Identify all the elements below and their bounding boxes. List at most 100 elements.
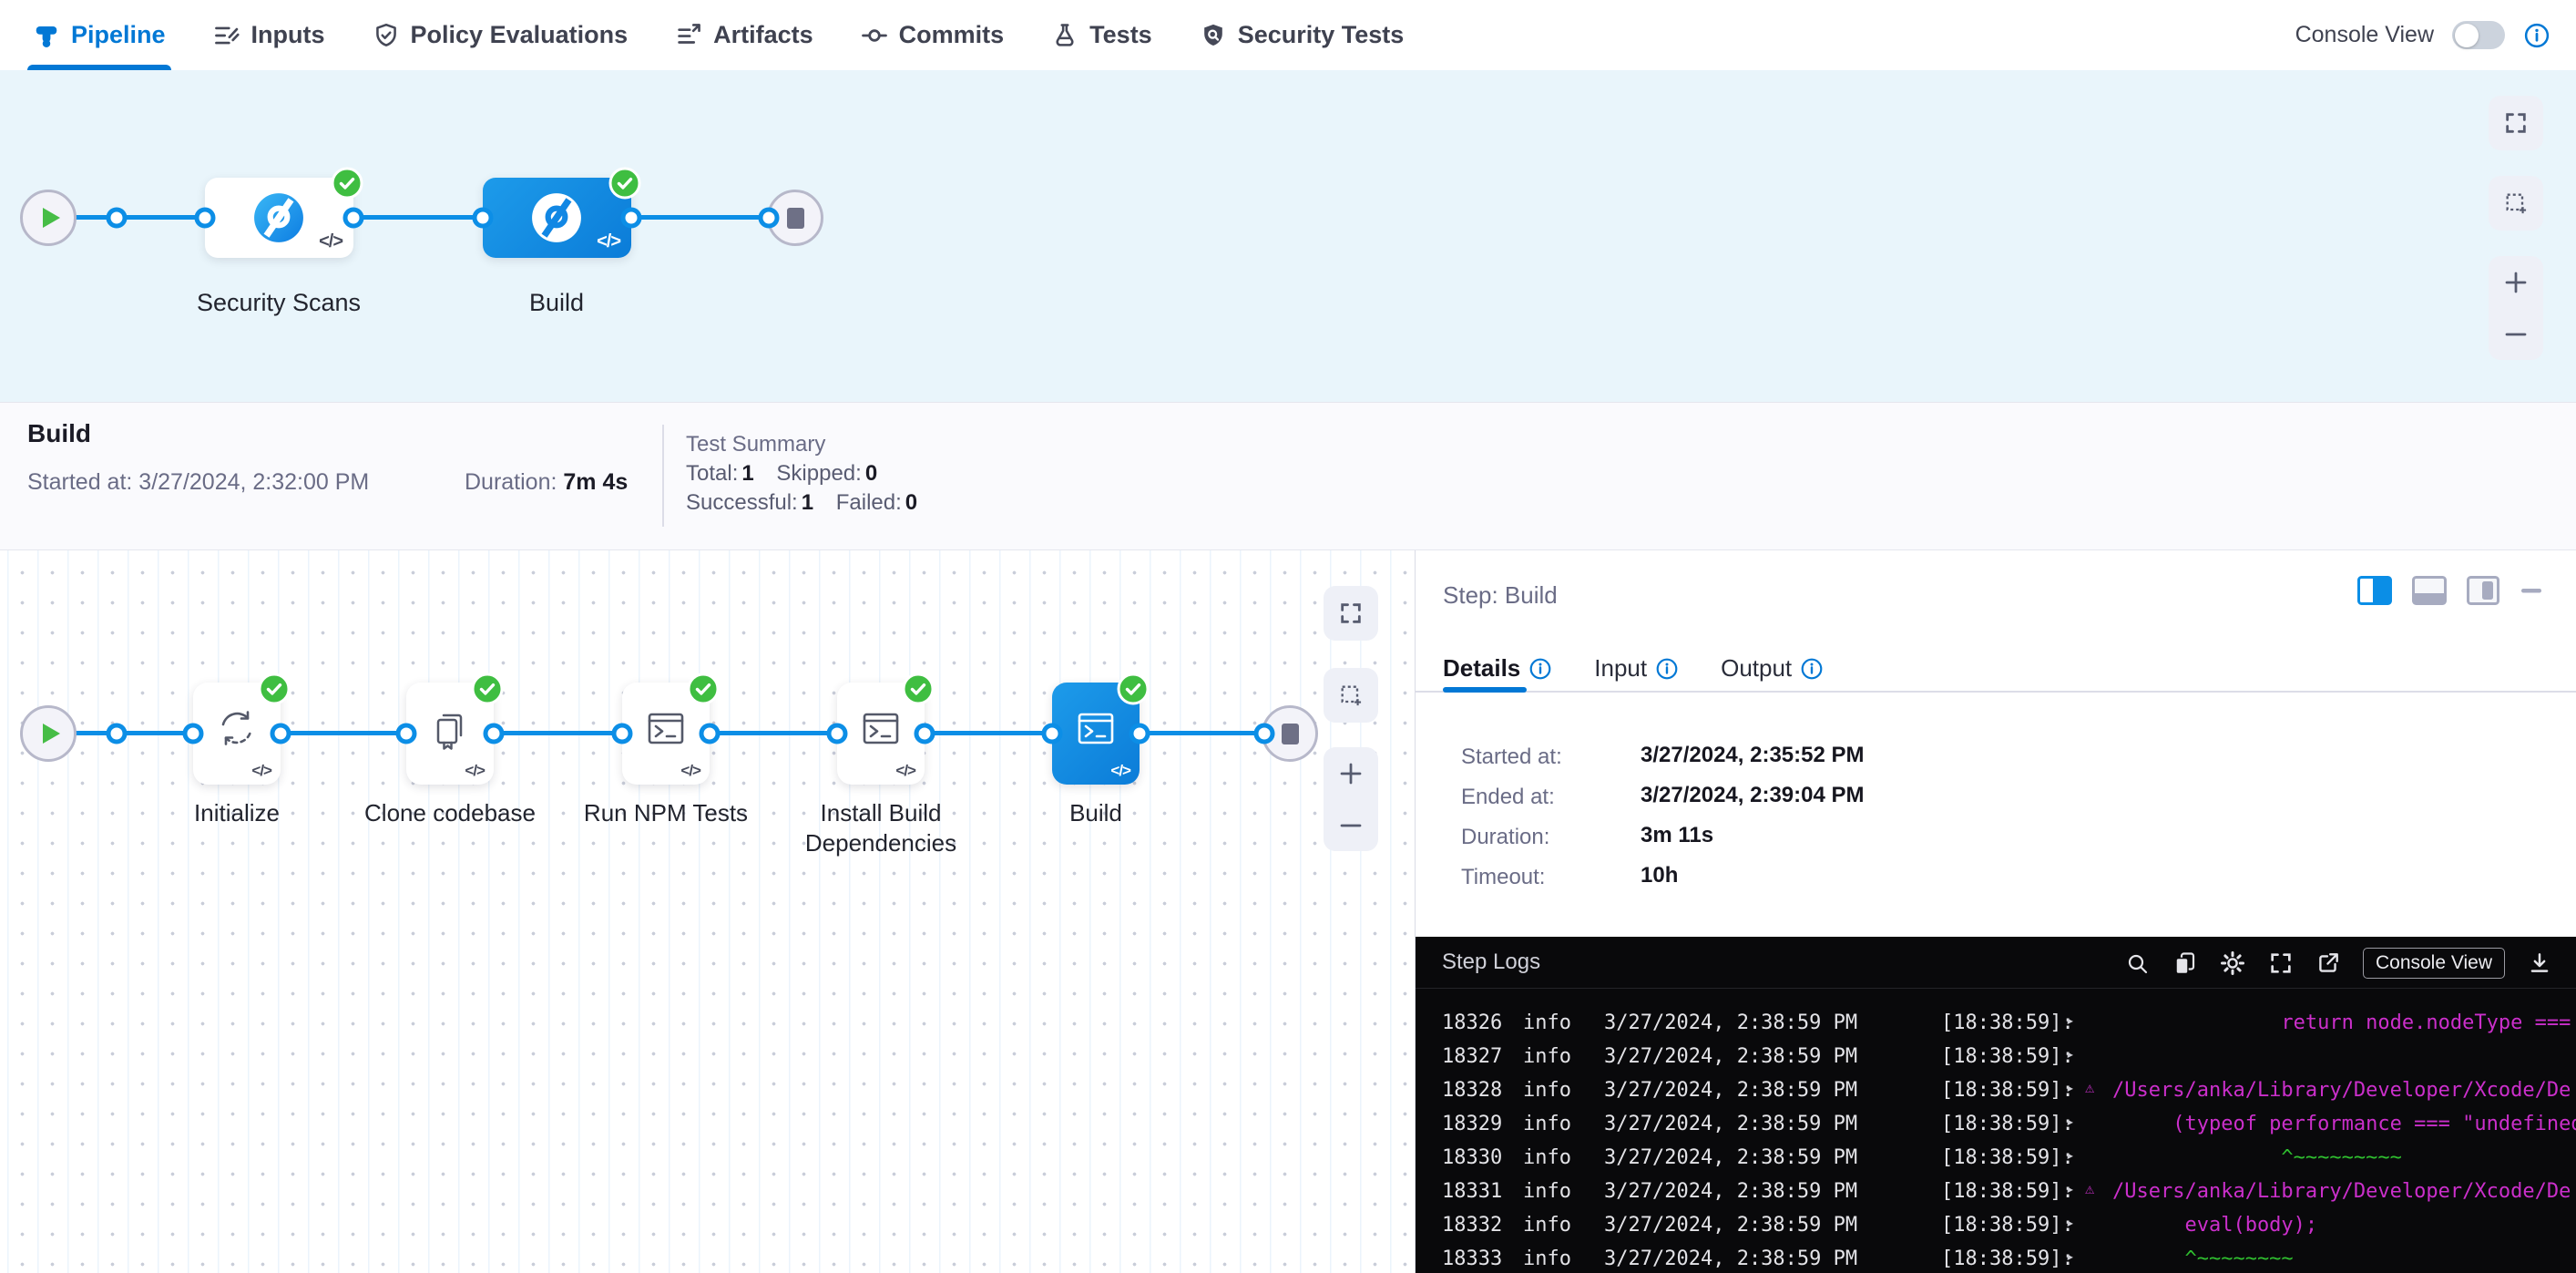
yaml-code-glyph: </>	[895, 762, 915, 780]
tab-details[interactable]: Details	[1443, 654, 1552, 683]
security-tests-icon	[1200, 22, 1227, 49]
info-icon[interactable]	[2523, 22, 2550, 49]
nav-right-controls: Console View	[2295, 0, 2550, 70]
expand-arrow-icon[interactable]: ▸	[2066, 1011, 2075, 1029]
stage-canvas-select-button[interactable]	[2489, 176, 2543, 231]
stage-summary-title: Build	[27, 419, 91, 448]
stage-summary-bar: Build Started at: 3/27/2024, 2:32:00 PM …	[0, 402, 2576, 550]
log-line-number: 18330	[1442, 1146, 1502, 1169]
info-icon[interactable]	[1528, 657, 1552, 681]
step-start-node[interactable]	[20, 705, 77, 762]
log-content: eval(body);	[2112, 1214, 2576, 1237]
detail-label: Timeout:	[1461, 865, 1545, 890]
step-canvas-select-button[interactable]	[1324, 668, 1378, 723]
expand-arrow-icon[interactable]: ▸	[2066, 1113, 2075, 1130]
terminal-icon	[859, 706, 903, 750]
log-line: 18327info3/27/2024, 2:38:59 PM[18:38:59]…	[1416, 1042, 2576, 1075]
skipped-label: Skipped:	[776, 461, 861, 486]
step-label: Build	[986, 798, 1205, 828]
nav-tab-inputs[interactable]: Inputs	[213, 0, 325, 70]
log-content: /Users/anka/Library/Developer/Xcode/De	[2112, 1180, 2576, 1203]
nav-tab-tests[interactable]: Tests	[1051, 0, 1152, 70]
detail-label: Ended at:	[1461, 785, 1555, 810]
expand-arrow-icon[interactable]: ▸	[2066, 1045, 2075, 1063]
total-label: Total:	[686, 461, 738, 486]
inputs-icon	[213, 22, 240, 49]
terminal-icon	[644, 706, 688, 750]
step-label: Install Build Dependencies	[772, 798, 990, 858]
expand-icon	[1338, 601, 1364, 626]
duration-value: 7m 4s	[563, 469, 628, 495]
nav-tab-label: Artifacts	[713, 21, 813, 49]
expand-arrow-icon[interactable]: ▸	[2066, 1180, 2075, 1197]
log-date: 3/27/2024, 2:38:59 PM	[1604, 1079, 1857, 1102]
connector-dot	[612, 724, 633, 744]
tab-output[interactable]: Output	[1721, 654, 1824, 683]
minimize-panel-icon[interactable]	[2520, 576, 2543, 605]
log-date: 3/27/2024, 2:38:59 PM	[1604, 1214, 1857, 1237]
test-summary-row-1: Total:1 Skipped:0	[686, 461, 877, 487]
expand-arrow-icon[interactable]: ▸	[2066, 1079, 2075, 1096]
connector-dot	[271, 724, 291, 744]
console-view-toggle[interactable]	[2452, 21, 2505, 49]
connector-dot	[759, 208, 780, 229]
artifacts-icon	[675, 22, 702, 49]
zoom-out-icon[interactable]	[2502, 321, 2530, 348]
pipeline-start-node[interactable]	[20, 190, 77, 246]
info-icon[interactable]	[1800, 657, 1824, 681]
connector-dot	[1042, 724, 1063, 744]
fullscreen-icon[interactable]	[2268, 950, 2294, 976]
nav-tab-pipeline[interactable]: Pipeline	[33, 0, 166, 70]
layout-floating-panel-icon[interactable]	[2467, 576, 2499, 605]
nav-tab-policy-evaluations[interactable]: Policy Evaluations	[373, 0, 629, 70]
nav-tab-commits[interactable]: Commits	[861, 0, 1005, 70]
nav-tab-security-tests[interactable]: Security Tests	[1200, 0, 1405, 70]
nav-tab-label: Tests	[1089, 21, 1152, 49]
log-level: info	[1523, 1011, 1571, 1034]
detail-value: 3m 11s	[1641, 823, 1713, 848]
stop-icon	[1282, 724, 1299, 744]
log-line: 18331info3/27/2024, 2:38:59 PM[18:38:59]…	[1416, 1176, 2576, 1210]
zoom-in-icon[interactable]	[1337, 760, 1365, 787]
expand-arrow-icon[interactable]: ▸	[2066, 1146, 2075, 1164]
toggle-knob	[2455, 24, 2479, 47]
stage-canvas-fullscreen-button[interactable]	[2489, 96, 2543, 150]
console-view-button[interactable]: Console View	[2363, 948, 2505, 979]
info-icon[interactable]	[1655, 657, 1679, 681]
stage-label: Security Scans	[142, 289, 415, 317]
nav-tab-artifacts[interactable]: Artifacts	[675, 0, 813, 70]
log-level: info	[1523, 1180, 1571, 1203]
expand-arrow-icon[interactable]: ▸	[2066, 1247, 2075, 1265]
zoom-out-icon[interactable]	[1337, 812, 1365, 839]
log-time: [18:38:59]:	[1941, 1011, 2074, 1034]
connector-dot	[396, 724, 417, 744]
detail-label: Started at:	[1461, 744, 1562, 770]
layout-right-split-icon[interactable]	[2357, 576, 2392, 605]
tab-label: Details	[1443, 654, 1520, 683]
download-icon[interactable]	[2527, 950, 2552, 976]
zoom-in-icon[interactable]	[2502, 269, 2530, 296]
nav-tab-label: Commits	[899, 21, 1005, 49]
step-canvas-fullscreen-button[interactable]	[1324, 586, 1378, 641]
build-stage-icon	[530, 191, 583, 244]
settings-gear-icon[interactable]	[2219, 950, 2246, 977]
tab-input[interactable]: Input	[1594, 654, 1679, 683]
step-logs-header: Step Logs Console View	[1416, 937, 2576, 989]
log-date: 3/27/2024, 2:38:59 PM	[1604, 1146, 1857, 1169]
layout-bottom-split-icon[interactable]	[2412, 576, 2447, 605]
open-external-icon[interactable]	[2315, 950, 2341, 976]
test-summary-row-2: Successful:1 Failed:0	[686, 490, 917, 516]
yaml-code-glyph: </>	[1110, 762, 1130, 780]
yaml-code-glyph: </>	[597, 231, 620, 252]
log-level: info	[1523, 1079, 1571, 1102]
connector-dot	[1254, 724, 1275, 744]
search-icon[interactable]	[2124, 950, 2150, 976]
skipped-value: 0	[865, 461, 877, 486]
log-date: 3/27/2024, 2:38:59 PM	[1604, 1011, 1857, 1034]
expand-arrow-icon[interactable]: ▸	[2066, 1214, 2075, 1231]
log-line: 18326info3/27/2024, 2:38:59 PM[18:38:59]…	[1416, 1008, 2576, 1042]
log-line: 18328info3/27/2024, 2:38:59 PM[18:38:59]…	[1416, 1075, 2576, 1109]
log-time: [18:38:59]:	[1941, 1113, 2074, 1135]
step-graph-canvas: </> Initialize </> Clone codebase	[0, 550, 1415, 1273]
copy-icon[interactable]	[2172, 950, 2197, 976]
